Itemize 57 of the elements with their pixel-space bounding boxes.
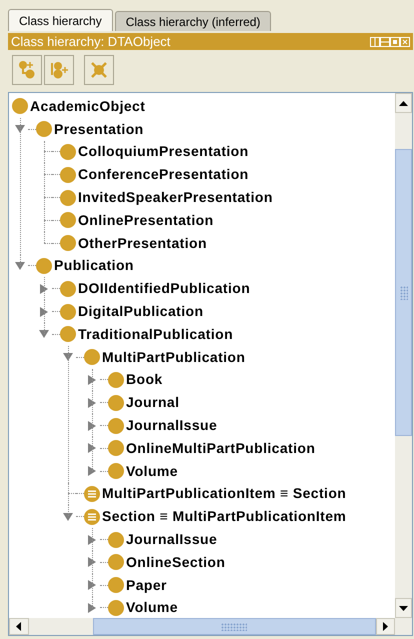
class-label[interactable]: Journal [126, 392, 180, 414]
class-label[interactable]: AcademicObject [30, 96, 146, 117]
expanded-arrow-icon[interactable] [15, 125, 25, 134]
panel-title: Class hierarchy: DTAObject [11, 35, 170, 48]
scroll-left-icon[interactable] [16, 622, 22, 631]
vertical-scrollbar[interactable] [395, 93, 412, 618]
class-label[interactable]: MultiPartPublication [102, 346, 246, 368]
class-label[interactable]: Volume [126, 460, 178, 482]
expanded-arrow-icon[interactable] [39, 330, 49, 338]
class-label[interactable]: Volume [126, 597, 178, 618]
class-label[interactable]: InvitedSpeakerPresentation [78, 187, 273, 208]
expanded-arrow-icon[interactable] [63, 512, 73, 521]
collapsed-arrow-icon[interactable] [88, 466, 96, 476]
add-sibling-button[interactable] [44, 55, 74, 85]
horizontal-scrollbar[interactable] [9, 618, 412, 635]
add-subclass-icon [17, 60, 37, 80]
class-label[interactable]: JournalIssue [126, 529, 218, 550]
add-sibling-icon [49, 60, 69, 80]
collapsed-arrow-icon[interactable] [88, 398, 96, 408]
add-subclass-button[interactable] [12, 55, 42, 85]
collapsed-arrow-icon[interactable] [40, 284, 48, 294]
scroll-down-icon[interactable] [399, 606, 408, 610]
window-controls-icon[interactable] [370, 36, 410, 46]
scroll-thumb[interactable] [92, 618, 376, 635]
scroll-right-icon[interactable] [383, 622, 388, 631]
collapsed-arrow-icon[interactable] [88, 602, 96, 613]
class-label[interactable]: DOIIdentifiedPublication [78, 278, 250, 300]
class-label[interactable]: TraditionalPublication [78, 324, 234, 345]
scroll-thumb[interactable] [395, 149, 412, 436]
class-label[interactable]: MultiPartPublicationItem ≡ Section [102, 483, 346, 504]
delete-class-icon [89, 60, 109, 80]
expanded-arrow-icon[interactable] [15, 262, 25, 270]
class-label[interactable]: ConferencePresentation [78, 164, 249, 186]
collapsed-arrow-icon[interactable] [88, 420, 96, 431]
class-label[interactable]: Book [126, 369, 163, 390]
expanded-arrow-icon[interactable] [63, 353, 73, 362]
tab[interactable]: Class hierarchy [8, 9, 113, 31]
class-label[interactable]: OnlinePresentation [78, 210, 214, 231]
collapsed-arrow-icon[interactable] [88, 374, 96, 385]
collapsed-arrow-icon[interactable] [40, 306, 48, 317]
class-label[interactable]: Publication [54, 255, 134, 276]
class-label[interactable]: Paper [126, 574, 167, 596]
collapsed-arrow-icon[interactable] [88, 443, 96, 454]
class-label[interactable]: OtherPresentation [78, 232, 207, 254]
class-label[interactable]: DigitalPublication [78, 301, 204, 322]
delete-class-button[interactable] [84, 55, 114, 85]
tab[interactable]: Class hierarchy (inferred) [114, 11, 272, 31]
class-label[interactable]: Presentation [54, 118, 144, 140]
class-label[interactable]: Section ≡ MultiPartPublicationItem [102, 506, 346, 528]
collapsed-arrow-icon[interactable] [88, 580, 96, 590]
collapsed-arrow-icon[interactable] [88, 534, 96, 545]
collapsed-arrow-icon[interactable] [88, 557, 96, 568]
class-label[interactable]: OnlineMultiPartPublication [126, 438, 316, 459]
class-label[interactable]: OnlineSection [126, 552, 226, 573]
scroll-up-icon[interactable] [399, 100, 408, 106]
class-label[interactable]: ColloquiumPresentation [78, 141, 249, 162]
class-label[interactable]: JournalIssue [126, 415, 218, 436]
